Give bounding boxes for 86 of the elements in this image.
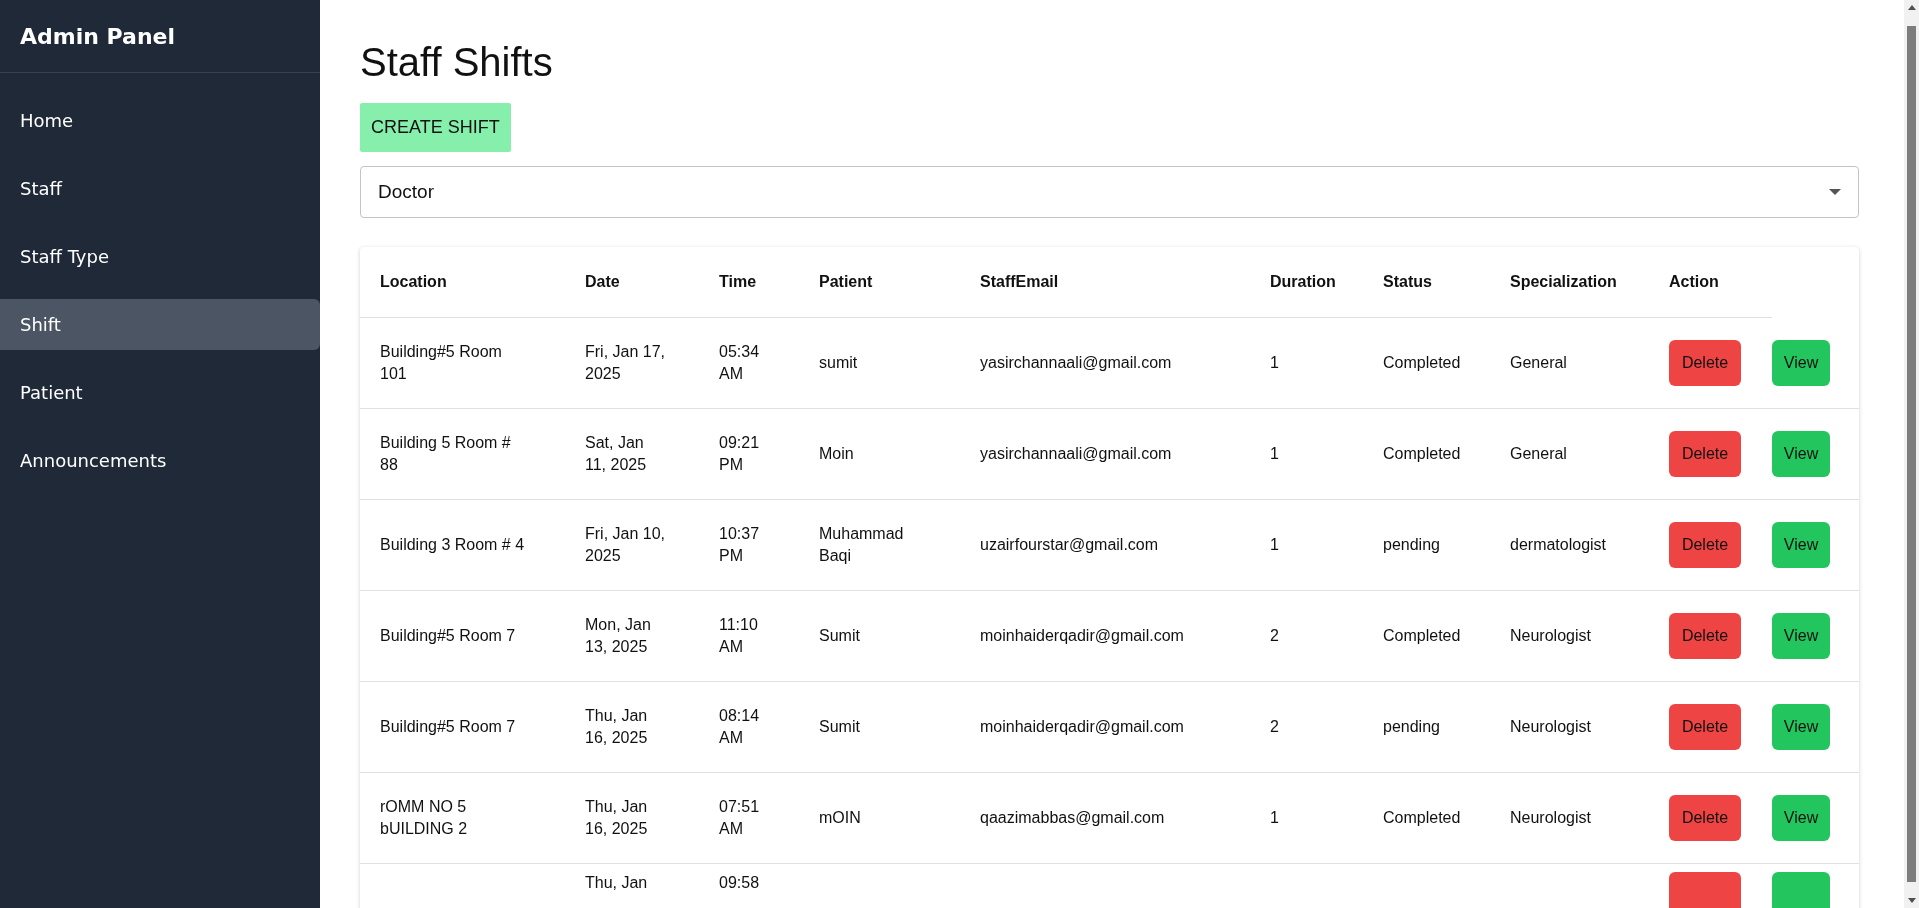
delete-button[interactable]: Delete (1669, 340, 1741, 386)
table-cell-text: Sat, Jan 11, 2025 (585, 432, 648, 475)
table-cell-text: mOIN (819, 807, 861, 828)
table-cell-text: Building#5 Room 7 (380, 625, 516, 646)
column-header: StaffEmail (980, 273, 1059, 291)
table-cell-text: Building 5 Room # 88 (380, 432, 512, 475)
table-cell-text: Thu, Jan (585, 873, 648, 893)
table-cell-text: Building 3 Room # 4 (380, 534, 525, 555)
table-cell-text: Completed (1383, 625, 1461, 646)
table-cell-text: Moin (819, 443, 854, 464)
delete-button[interactable]: Delete (1669, 431, 1741, 477)
column-header: Action (1669, 273, 1719, 291)
table-cell-text: Building#5 Room 7 (380, 716, 516, 737)
table-cell-text: qaazimabbas@gmail.com (980, 807, 1165, 828)
nav-item[interactable]: Announcements (0, 435, 320, 486)
table-cell-text: sumit (819, 352, 858, 373)
table-cell-text: yasirchannaali@gmail.com (980, 443, 1172, 464)
table-cell-text: Completed (1383, 807, 1461, 828)
column-header: Date (585, 273, 620, 291)
table-cell-text: 2 (1270, 625, 1279, 646)
column-header: Specialization (1510, 273, 1617, 291)
scrollbar[interactable] (1904, 0, 1919, 908)
table-cell-text: 1 (1270, 443, 1279, 464)
table-cell-text: Fri, Jan 17, 2025 (585, 341, 667, 384)
create-shift-button[interactable]: CREATE SHIFT (360, 103, 511, 152)
page-title: Staff Shifts (360, 40, 554, 85)
table-cell-text: 07:51 AM (719, 796, 761, 839)
delete-button[interactable]: Delete (1669, 522, 1741, 568)
column-header: Patient (819, 273, 873, 291)
table-cell-text: rOMM NO 5 bUILDING 2 (380, 796, 469, 839)
caret-icon (1828, 188, 1842, 196)
app-title: Admin Panel (0, 0, 320, 73)
table-cell-text: 1 (1270, 534, 1279, 555)
staff-type-select[interactable]: Doctor (360, 166, 1859, 218)
table-cell-text: General (1510, 443, 1567, 464)
column-header: Location (380, 273, 447, 291)
column-header: Status (1383, 273, 1432, 291)
table-cell-text: 2 (1270, 716, 1279, 737)
table-cell-text: Mon, Jan 13, 2025 (585, 614, 652, 657)
view-button[interactable]: View (1772, 431, 1830, 477)
table-cell-text: yasirchannaali@gmail.com (980, 352, 1172, 373)
table-cell-text: Building#5 Room 101 (380, 341, 503, 384)
view-button[interactable]: View (1772, 339, 1830, 386)
delete-button[interactable]: Delete (1669, 613, 1741, 659)
table-cell-text: Completed (1383, 352, 1461, 373)
table-cell-text: pending (1383, 534, 1440, 555)
scroll-up-icon[interactable] (1907, 5, 1916, 10)
table-cell-text: Fri, Jan 10, 2025 (585, 523, 667, 566)
table-cell-text: 08:14 AM (719, 705, 761, 748)
table-cell-text: Sumit (819, 625, 860, 646)
table-cell-text: 1 (1270, 352, 1279, 373)
delete-button[interactable]: Delete (1669, 795, 1741, 841)
view-button[interactable]: View (1772, 795, 1830, 841)
table-cell-text: uzairfourstar@gmail.com (980, 534, 1159, 555)
table-cell-text: 09:58 (719, 873, 760, 893)
table-cell-text: Neurologist (1510, 807, 1591, 828)
nav-item[interactable]: Shift (0, 299, 320, 350)
delete-button[interactable]: Delete (1669, 704, 1741, 750)
nav-item[interactable]: Staff (0, 163, 320, 214)
nav-item[interactable]: Patient (0, 367, 320, 418)
table-cell-text: Completed (1383, 443, 1461, 464)
table-cell-text: Neurologist (1510, 716, 1591, 737)
scroll-down-icon[interactable] (1907, 898, 1916, 903)
table-cell-text: 1 (1270, 807, 1279, 828)
table-cell-text: 09:21 PM (719, 432, 761, 475)
table-cell-text: Muhammad Baqi (819, 523, 905, 566)
nav-item[interactable]: Home (0, 95, 320, 146)
table-cell-text: General (1510, 352, 1567, 373)
scrollbar-thumb[interactable] (1907, 26, 1916, 882)
view-button[interactable]: View (1772, 704, 1830, 750)
nav-item[interactable]: Staff Type (0, 231, 320, 282)
table-cell-text: pending (1383, 716, 1440, 737)
table-cell-text: 05:34 AM (719, 341, 761, 384)
column-header: Duration (1270, 273, 1336, 291)
table-cell-text: Neurologist (1510, 625, 1591, 646)
table-cell-text: 10:37 PM (719, 523, 761, 566)
column-header: Time (719, 273, 757, 291)
table-cell-text: Sumit (819, 716, 860, 737)
view-button[interactable]: View (1772, 522, 1830, 568)
table-cell-text: moinhaiderqadir@gmail.com (980, 625, 1184, 646)
table-cell-text: Thu, Jan 16, 2025 (585, 705, 649, 748)
table-cell-text: Thu, Jan 16, 2025 (585, 796, 649, 839)
table-cell-text: 11:10 AM (719, 614, 759, 657)
table-cell-text: dermatologist (1510, 534, 1607, 555)
table-cell-text: moinhaiderqadir@gmail.com (980, 716, 1184, 737)
view-button[interactable]: View (1772, 613, 1830, 659)
